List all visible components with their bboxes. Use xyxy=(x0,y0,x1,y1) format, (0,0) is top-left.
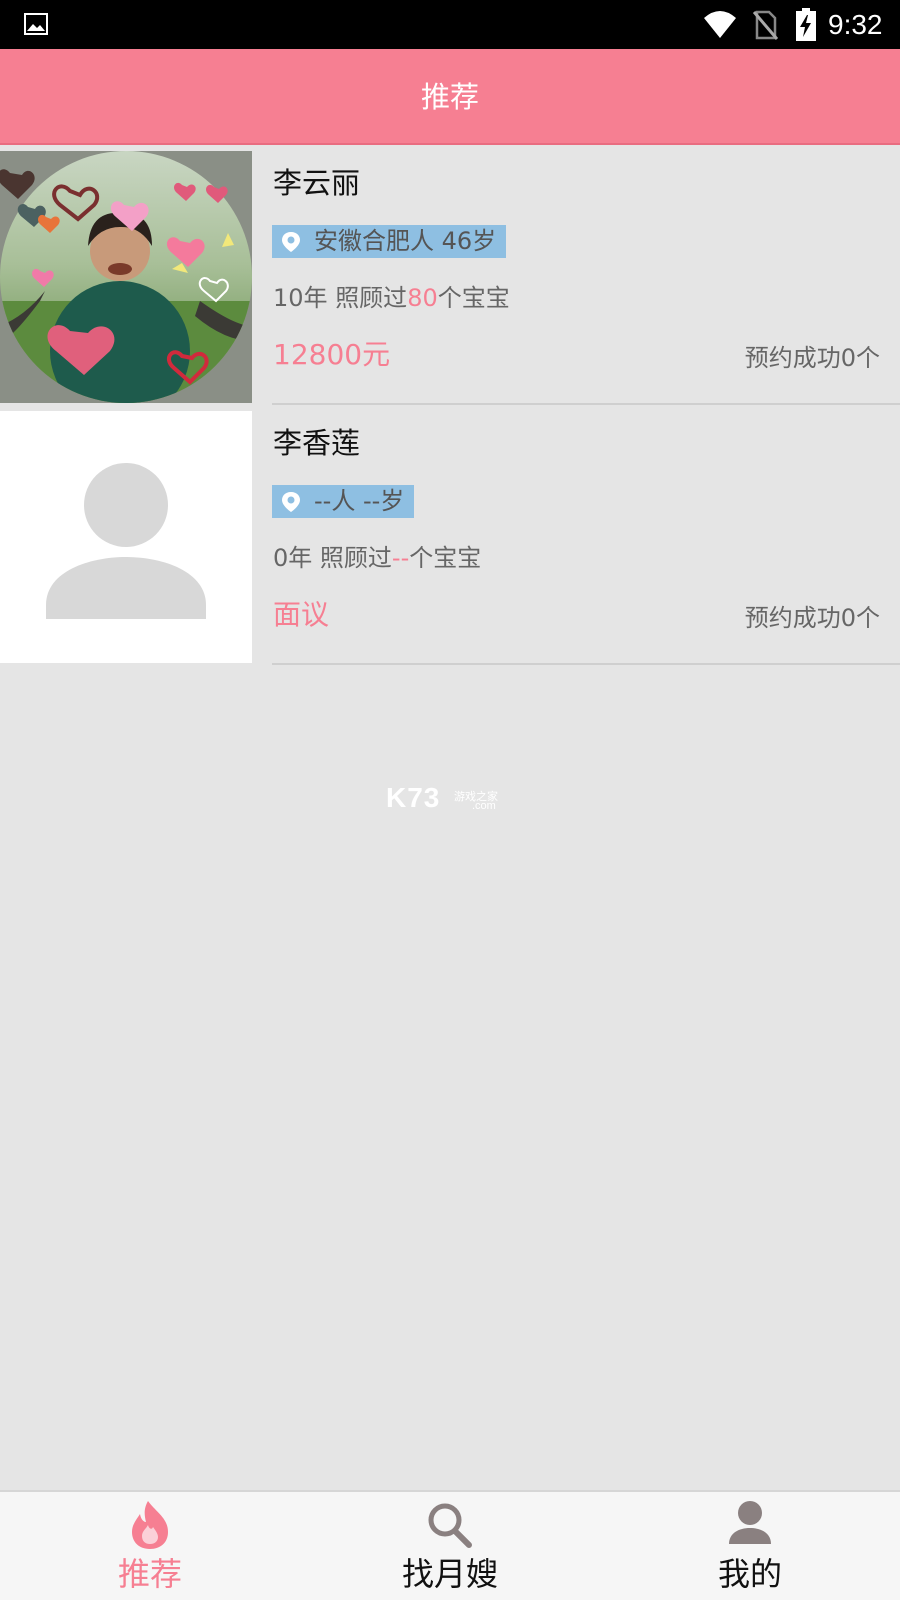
nanny-price: 12800元 xyxy=(273,338,391,371)
divider xyxy=(272,663,900,665)
location-badge: 安徽合肥人 46岁 xyxy=(272,225,507,258)
tab-find-nanny[interactable]: 找月嫂 xyxy=(300,1492,600,1600)
nanny-price: 面议 xyxy=(273,598,330,631)
flame-icon xyxy=(132,1501,168,1549)
watermark-brand: K73 xyxy=(386,782,441,813)
watermark-domain: .com xyxy=(472,800,496,812)
gallery-icon xyxy=(24,13,48,35)
cared-count: 80 xyxy=(407,284,438,312)
person-icon xyxy=(729,1501,771,1544)
default-avatar[interactable] xyxy=(0,411,252,663)
nanny-name: 李云丽 xyxy=(273,166,361,200)
nanny-card[interactable]: 李香莲 --人 --岁 0年 照顾过--个宝宝 面议 预约成功0个 xyxy=(0,405,900,665)
nanny-name: 李香莲 xyxy=(273,426,361,460)
experience-line: 0年 照顾过--个宝宝 xyxy=(273,543,481,573)
nanny-photo[interactable] xyxy=(0,151,252,403)
watermark-logo: K73 游戏之家 .com xyxy=(386,782,498,814)
location-pin-icon xyxy=(282,232,300,252)
tab-recommend[interactable]: 推荐 xyxy=(0,1492,300,1600)
cared-prefix: 照顾过 xyxy=(319,544,392,572)
search-icon xyxy=(428,1503,472,1548)
experience-years: 0年 xyxy=(273,544,313,572)
app-header: 推荐 xyxy=(0,49,900,145)
no-sim-icon xyxy=(752,10,778,40)
battery-charging-icon xyxy=(796,8,816,41)
tab-label: 推荐 xyxy=(117,1555,182,1593)
cared-suffix: 个宝宝 xyxy=(409,544,482,572)
bottom-tab-bar: 推荐 找月嫂 我的 xyxy=(0,1490,900,1600)
cared-prefix: 照顾过 xyxy=(335,284,408,312)
cared-suffix: 个宝宝 xyxy=(437,284,510,312)
tab-label: 找月嫂 xyxy=(401,1555,498,1593)
nanny-card[interactable]: 李云丽 安徽合肥人 46岁 10年 照顾过80个宝宝 12800元 预约成功0个 xyxy=(0,145,900,405)
wifi-icon xyxy=(704,11,736,38)
location-text: --人 --岁 xyxy=(314,487,405,515)
location-text: 安徽合肥人 46岁 xyxy=(314,227,497,255)
booking-count: 预约成功0个 xyxy=(744,604,880,632)
booking-count: 预约成功0个 xyxy=(744,344,880,372)
experience-years: 10年 xyxy=(273,284,328,312)
page-title: 推荐 xyxy=(420,80,479,114)
cared-count: -- xyxy=(391,544,410,572)
tab-mine[interactable]: 我的 xyxy=(600,1492,900,1600)
tab-label: 我的 xyxy=(717,1555,782,1593)
status-time: 9:32 xyxy=(828,9,883,40)
status-bar: 9:32 xyxy=(0,0,900,49)
experience-line: 10年 照顾过80个宝宝 xyxy=(273,283,510,313)
location-pin-icon xyxy=(282,492,300,512)
location-badge: --人 --岁 xyxy=(272,485,415,518)
